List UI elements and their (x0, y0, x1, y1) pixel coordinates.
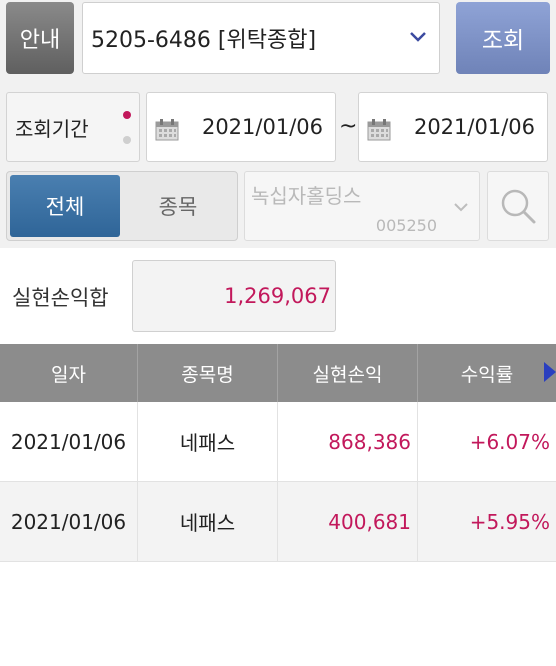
column-header-return-rate: 수익률 (418, 344, 556, 402)
chevron-down-icon (454, 203, 468, 212)
column-header-date: 일자 (0, 344, 138, 402)
realized-pnl-sum-label-text: 실현손익합 (12, 286, 109, 310)
cell-return-rate: +6.07% (469, 429, 550, 454)
period-indicator-dot (123, 136, 131, 144)
cell-return-rate: +5.95% (469, 509, 550, 534)
search-button[interactable] (487, 171, 549, 241)
stock-select[interactable]: 녹십자홀딩스 005250 (244, 171, 480, 241)
tab-stock-label: 종목 (158, 195, 198, 219)
cell-realized-pnl: 400,681 (278, 482, 418, 561)
info-button[interactable]: 안내 (6, 2, 74, 74)
chevron-down-icon (410, 32, 426, 42)
cell-date: 2021/01/06 (0, 402, 138, 481)
cell-stock-name: 네패스 (138, 482, 278, 561)
column-header-realized-pnl: 실현손익 (278, 344, 418, 402)
cell-date: 2021/01/06 (0, 482, 138, 561)
calendar-icon (367, 119, 391, 141)
realized-pnl-sum-value: 1,269,067 (224, 284, 331, 308)
account-number: 5205-6486 [위탁종합] (91, 28, 317, 53)
date-range-separator: ~ (339, 114, 358, 139)
tab-stock[interactable]: 종목 (122, 175, 234, 237)
start-date-field[interactable]: 2021/01/06 (146, 92, 336, 162)
column-header-stock-name: 종목명 (138, 344, 278, 402)
query-button[interactable]: 조회 (456, 2, 550, 74)
cell-stock-name: 네패스 (138, 402, 278, 481)
calendar-icon (155, 119, 179, 141)
cell-realized-pnl: 868,386 (278, 402, 418, 481)
period-label-text: 조회기간 (15, 116, 89, 141)
stock-code: 005250 (375, 216, 437, 235)
column-header-return-rate-label: 수익률 (460, 363, 514, 386)
info-button-label: 안내 (19, 28, 61, 53)
end-date-field[interactable]: 2021/01/06 (358, 92, 548, 162)
period-label: 조회기간 (6, 92, 140, 162)
end-date-value: 2021/01/06 (413, 115, 535, 139)
period-indicator-dot-active (123, 111, 131, 119)
realized-pnl-sum-value-box: 1,269,067 (132, 260, 336, 332)
query-button-label: 조회 (481, 28, 525, 54)
table-row[interactable]: 2021/01/06 네패스 868,386 +6.07% (0, 402, 556, 482)
table-row[interactable]: 2021/01/06 네패스 400,681 +5.95% (0, 482, 556, 562)
stock-name: 녹십자홀딩스 (251, 184, 362, 208)
start-date-value: 2021/01/06 (201, 115, 323, 139)
realized-pnl-sum-label: 실현손익합 (12, 262, 109, 332)
tab-all-label: 전체 (45, 195, 85, 219)
account-select[interactable]: 5205-6486 [위탁종합] (82, 2, 440, 74)
triangle-right-icon[interactable] (544, 362, 556, 382)
tab-all[interactable]: 전체 (10, 175, 120, 237)
search-icon (501, 189, 536, 224)
table-header: 일자 종목명 실현손익 수익률 (0, 344, 556, 402)
